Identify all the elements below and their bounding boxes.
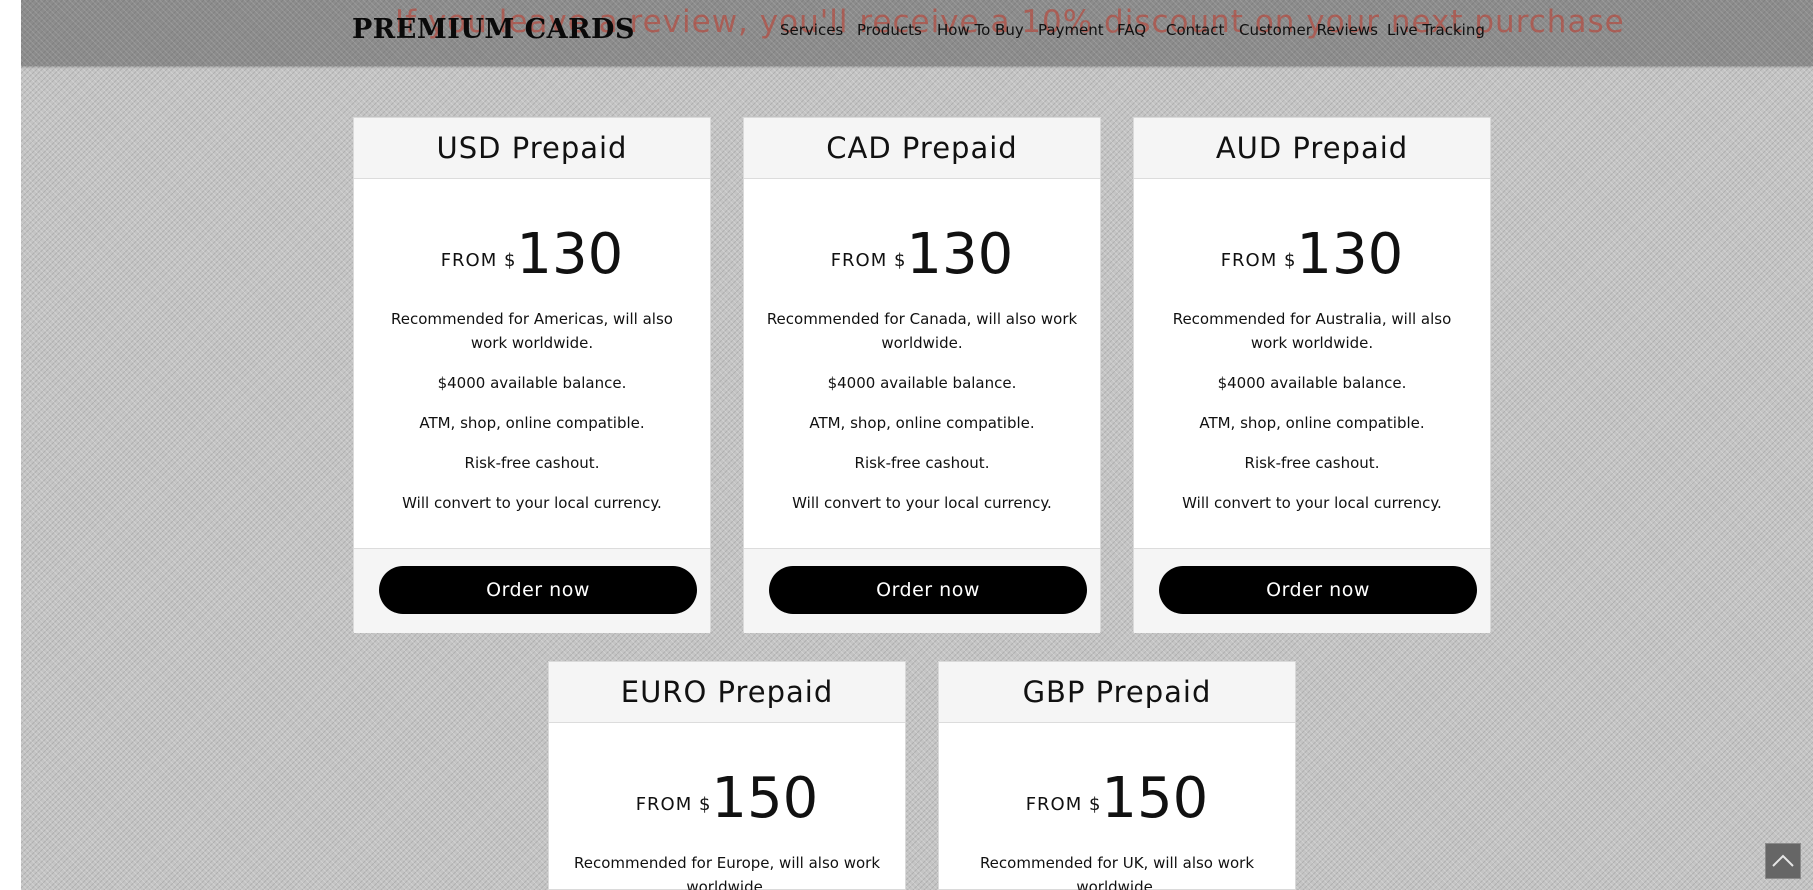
card-footer: Order now [354, 548, 710, 633]
feature-item: Risk-free cashout. [854, 454, 990, 472]
card-footer: Order now [744, 548, 1100, 633]
header: If you leave a review, you'll receive a … [21, 0, 1813, 66]
card-footer: Order now [1134, 548, 1490, 633]
card-price: FROM $ 150 [939, 723, 1295, 839]
card-title: GBP Prepaid [939, 662, 1295, 723]
feature-item: ATM, shop, online compatible. [1199, 414, 1425, 432]
feature-item: Recommended for Australia, will also wor… [1172, 310, 1452, 352]
price-amount: 150 [1101, 766, 1209, 831]
card-title: USD Prepaid [354, 118, 710, 179]
nav-how-to-buy[interactable]: How To Buy [937, 21, 1024, 39]
price-prefix: FROM $ [635, 794, 712, 815]
card-title: AUD Prepaid [1134, 118, 1490, 179]
feature-item: Risk-free cashout. [464, 454, 600, 472]
feature-list: Recommended for UK, will also work world… [939, 839, 1295, 890]
price-amount: 150 [711, 766, 819, 831]
scroll-to-top-button[interactable] [1765, 843, 1801, 879]
nav-contact[interactable]: Contact [1166, 21, 1224, 39]
page: If you leave a review, you'll receive a … [21, 0, 1813, 890]
order-now-button[interactable]: Order now [769, 566, 1087, 614]
feature-item: ATM, shop, online compatible. [809, 414, 1035, 432]
feature-item: ATM, shop, online compatible. [419, 414, 645, 432]
nav-customer-reviews[interactable]: Customer Reviews [1239, 21, 1378, 39]
feature-item: Will convert to your local currency. [792, 494, 1052, 512]
pricing-card-usd: USD Prepaid FROM $ 130 Recommended for A… [353, 117, 711, 633]
card-price: FROM $ 130 [354, 179, 710, 295]
card-title: EURO Prepaid [549, 662, 905, 723]
pricing-card-euro: EURO Prepaid FROM $ 150 Recommended for … [548, 661, 906, 890]
feature-item: Risk-free cashout. [1244, 454, 1380, 472]
site-logo[interactable]: PREMIUM CARDS [352, 14, 635, 45]
pricing-card-aud: AUD Prepaid FROM $ 130 Recommended for A… [1133, 117, 1491, 633]
price-prefix: FROM $ [440, 250, 517, 271]
feature-item: Recommended for Europe, will also work w… [573, 854, 881, 890]
feature-list: Recommended for Canada, will also work w… [744, 295, 1100, 515]
feature-item: $4000 available balance. [827, 374, 1017, 392]
card-price: FROM $ 130 [1134, 179, 1490, 295]
feature-list: Recommended for Europe, will also work w… [549, 839, 905, 890]
price-prefix: FROM $ [830, 250, 907, 271]
card-title: CAD Prepaid [744, 118, 1100, 179]
order-now-button[interactable]: Order now [379, 566, 697, 614]
feature-item: $4000 available balance. [1217, 374, 1407, 392]
nav-faq[interactable]: FAQ [1117, 21, 1146, 39]
nav-services[interactable]: Services [780, 21, 843, 39]
feature-item: Will convert to your local currency. [402, 494, 662, 512]
pricing-card-cad: CAD Prepaid FROM $ 130 Recommended for C… [743, 117, 1101, 633]
feature-item: Recommended for UK, will also work world… [979, 854, 1255, 890]
price-amount: 130 [906, 222, 1014, 287]
price-amount: 130 [1296, 222, 1404, 287]
order-now-button[interactable]: Order now [1159, 566, 1477, 614]
nav-products[interactable]: Products [857, 21, 922, 39]
chevron-up-icon [1772, 854, 1794, 867]
card-price: FROM $ 150 [549, 723, 905, 839]
feature-item: Recommended for Canada, will also work w… [766, 310, 1078, 352]
feature-item: Recommended for Americas, will also work… [391, 310, 673, 352]
price-prefix: FROM $ [1220, 250, 1297, 271]
price-prefix: FROM $ [1025, 794, 1102, 815]
feature-item: $4000 available balance. [437, 374, 627, 392]
feature-item: Will convert to your local currency. [1182, 494, 1442, 512]
feature-list: Recommended for Americas, will also work… [354, 295, 710, 515]
pricing-card-gbp: GBP Prepaid FROM $ 150 Recommended for U… [938, 661, 1296, 890]
price-amount: 130 [516, 222, 624, 287]
feature-list: Recommended for Australia, will also wor… [1134, 295, 1490, 515]
card-price: FROM $ 130 [744, 179, 1100, 295]
nav-payment[interactable]: Payment [1038, 21, 1104, 39]
nav-live-tracking[interactable]: Live Tracking [1387, 21, 1485, 39]
